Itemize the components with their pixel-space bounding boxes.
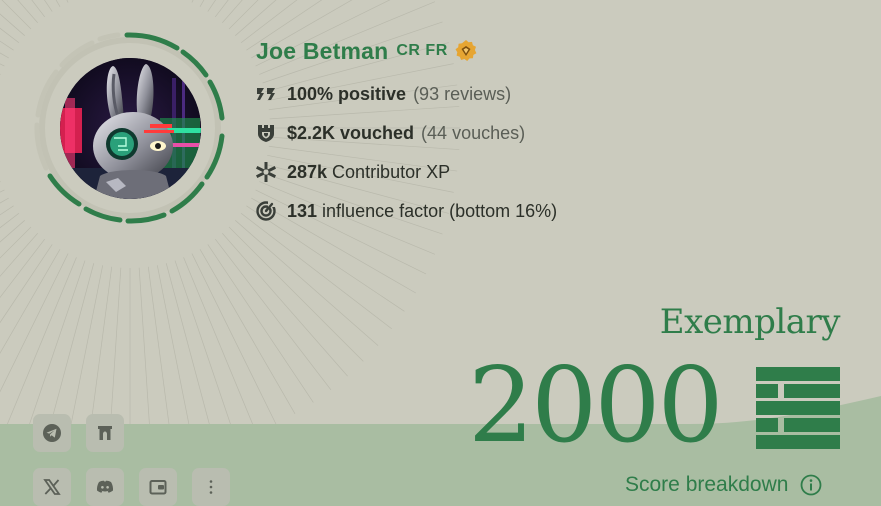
x-icon: [43, 479, 61, 495]
robot-rabbit-avatar-image: [60, 58, 201, 199]
stat-contributor-xp[interactable]: 287k Contributor XP: [256, 160, 450, 184]
stat-reviews[interactable]: 100% positive (93 reviews): [256, 82, 511, 106]
stat-contributor-xp-value: 287k: [287, 161, 328, 182]
stat-influence-value: 131: [287, 200, 318, 221]
stat-vouched-value: $2.2K vouched: [287, 122, 415, 143]
stat-influence-label: influence factor (bottom 16%): [322, 200, 558, 221]
farcaster-button[interactable]: [86, 414, 124, 452]
wallet-button[interactable]: [139, 468, 177, 506]
stat-reviews-value: 100% positive: [287, 83, 407, 104]
telegram-button[interactable]: [33, 414, 71, 452]
profile-header: Joe Betman CR FR: [256, 34, 478, 68]
language-codes: CR FR: [396, 42, 448, 59]
ethos-logo-icon: [756, 367, 840, 449]
x-button[interactable]: [33, 468, 71, 506]
more-icon: [209, 480, 213, 494]
stat-influence[interactable]: 131 influence factor (bottom 16%): [256, 199, 557, 223]
stat-contributor-xp-label: Contributor XP: [332, 161, 451, 182]
avatar[interactable]: [60, 58, 201, 199]
reviews-icon: [256, 84, 276, 104]
wallet-icon: [149, 480, 167, 495]
stat-vouched-count: (44 vouches): [421, 122, 526, 143]
score-value: 2000: [468, 344, 724, 466]
score-breakdown-link[interactable]: Score breakdown: [625, 471, 822, 499]
info-icon[interactable]: [800, 474, 822, 496]
score-level: Exemplary: [659, 302, 841, 342]
discord-button[interactable]: [86, 468, 124, 506]
influence-icon: [256, 201, 276, 221]
verified-badge-icon[interactable]: [454, 39, 478, 63]
more-options-button[interactable]: [192, 468, 230, 506]
contributor-xp-icon: [256, 162, 276, 182]
stat-reviews-count: (93 reviews): [413, 83, 512, 104]
discord-icon: [96, 480, 114, 493]
score-breakdown-label: Score breakdown: [625, 473, 789, 496]
farcaster-icon: [98, 426, 112, 440]
vouch-shield-icon: [256, 123, 276, 143]
stat-vouched[interactable]: $2.2K vouched (44 vouches): [256, 121, 525, 145]
telegram-icon: [43, 424, 61, 442]
profile-name[interactable]: Joe Betman: [256, 38, 388, 65]
